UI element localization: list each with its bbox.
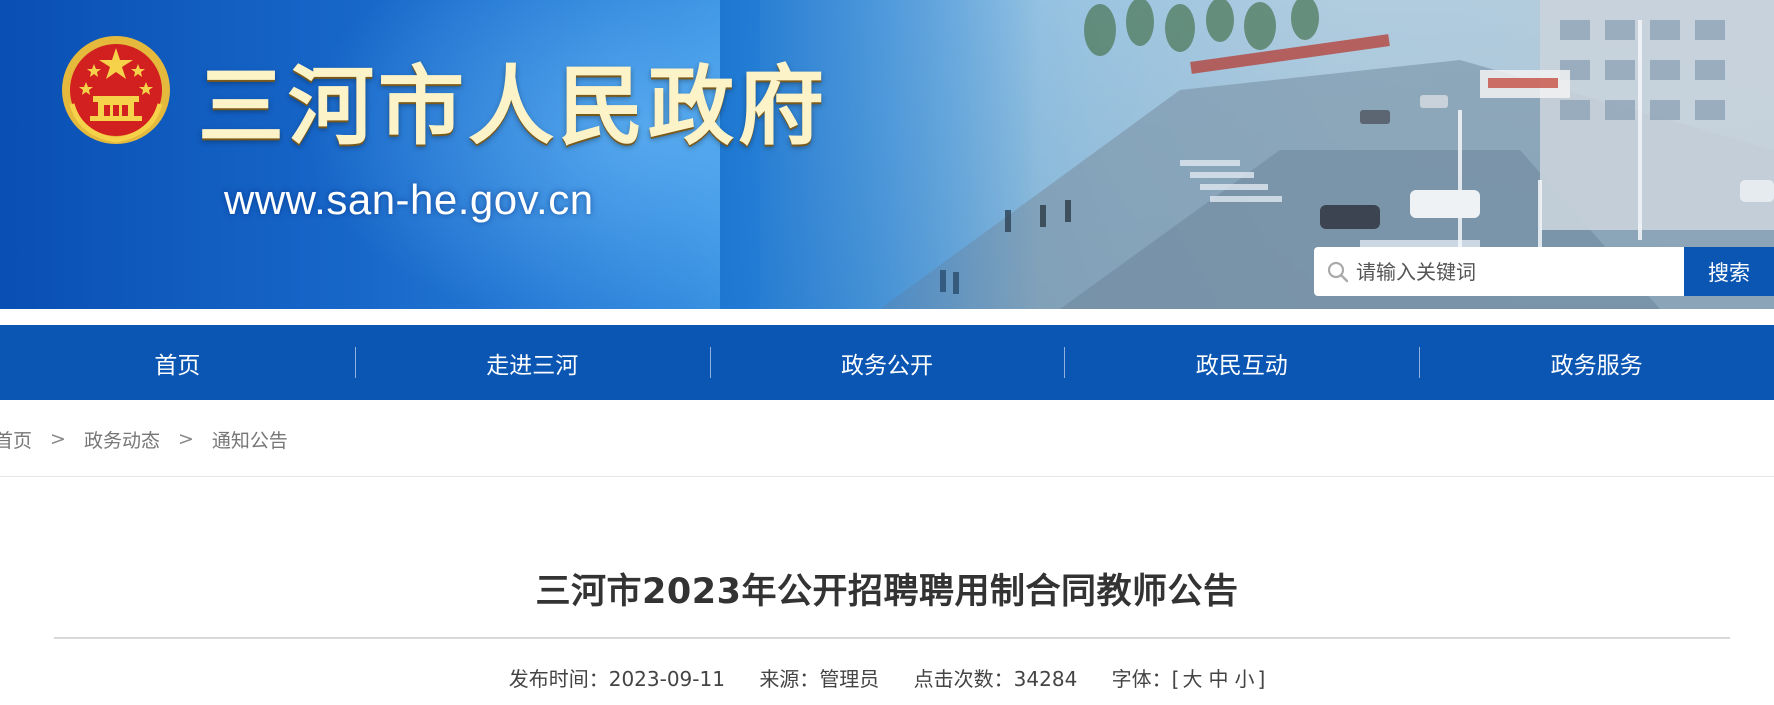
nav-item-about-sanhe[interactable]: 走进三河 [354,325,710,400]
main-nav: 首页 走进三河 政务公开 政民互动 政务服务 [0,325,1774,400]
search-button[interactable]: 搜索 [1684,247,1774,296]
nav-item-gov-services[interactable]: 政务服务 [1419,325,1774,400]
breadcrumb-gov-news[interactable]: 政务动态 [84,426,160,453]
nav-item-gov-affairs-open[interactable]: 政务公开 [709,325,1065,400]
publish-date-label: 发布时间： [508,667,609,691]
font-bracket-open: [ [1171,667,1180,691]
article-meta: 发布时间：2023-09-11 来源：管理员 点击次数：34284 字体：[大中… [0,663,1774,692]
national-emblem-icon [62,36,170,144]
view-count-label: 点击次数： [913,667,1014,691]
breadcrumb: 首页 > 政务动态 > 通知公告 [0,424,288,454]
font-bracket-close: ] [1257,667,1266,691]
site-url: www.san-he.gov.cn [224,176,594,223]
font-size-large-button[interactable]: 大 [1182,667,1202,691]
font-size-medium-button[interactable]: 中 [1208,667,1228,691]
view-count-value: 34284 [1013,667,1078,691]
breadcrumb-divider [0,476,1774,477]
search-input[interactable] [1356,247,1676,296]
view-count: 点击次数：34284 [914,663,1078,692]
nav-item-home[interactable]: 首页 [0,325,355,400]
search-box [1314,247,1684,296]
breadcrumb-notices[interactable]: 通知公告 [212,426,288,453]
nav-item-interaction[interactable]: 政民互动 [1064,325,1419,400]
font-size-small-button[interactable]: 小 [1234,667,1254,691]
source: 来源：管理员 [759,663,879,692]
publish-date: 发布时间：2023-09-11 [509,663,725,692]
breadcrumb-separator: > [177,428,194,450]
article-title: 三河市2023年公开招聘聘用制合同教师公告 [535,572,1239,612]
font-size-control: 字体：[大中小] [1112,663,1266,692]
source-value: 管理员 [819,667,880,691]
source-label: 来源： [759,667,820,691]
breadcrumb-separator: > [50,428,66,450]
publish-date-value: 2023-09-11 [608,667,725,691]
title-divider [54,637,1730,639]
search-icon [1327,261,1349,283]
breadcrumb-home[interactable]: 首页 [0,426,32,453]
font-size-label: 字体： [1111,667,1172,691]
site-title: 三河市人民政府 [198,57,828,157]
